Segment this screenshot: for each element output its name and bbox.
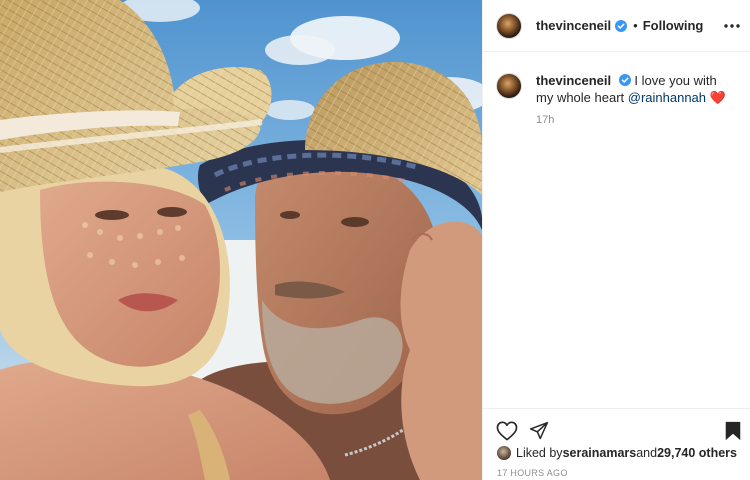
- heart-outline-icon: [496, 421, 518, 441]
- post-sidebar: thevinceneil • Following thevinceneil I …: [482, 0, 750, 480]
- photo-illustration: [0, 0, 482, 480]
- liker-username[interactable]: serainamars: [563, 446, 637, 460]
- share-button[interactable]: [527, 419, 551, 443]
- action-bar: [495, 419, 745, 443]
- caption-username[interactable]: thevinceneil: [536, 73, 611, 88]
- caption-avatar[interactable]: [496, 73, 522, 99]
- caption-text: thevinceneil I love you with my whole he…: [536, 72, 736, 106]
- caption-timestamp[interactable]: 17h: [536, 114, 554, 126]
- likes-prefix: Liked by: [516, 446, 563, 460]
- separator-dot: •: [633, 18, 638, 33]
- bookmark-filled-icon: [725, 421, 741, 441]
- post-age[interactable]: 17 HOURS AGO: [497, 468, 568, 478]
- likes-middle: and: [636, 446, 658, 460]
- likes-count[interactable]: 29,740 others: [657, 446, 737, 460]
- avatar[interactable]: [496, 12, 522, 39]
- likes-summary: Liked by serainamars and 29,740 others: [497, 446, 737, 460]
- save-button[interactable]: [721, 419, 745, 443]
- caption: thevinceneil I love you with my whole he…: [496, 72, 741, 106]
- post-photo[interactable]: [0, 0, 482, 480]
- paper-plane-icon: [529, 421, 549, 440]
- verified-badge-icon: [615, 19, 628, 32]
- following-button[interactable]: Following: [643, 18, 704, 33]
- like-button[interactable]: [495, 419, 519, 443]
- more-options-button[interactable]: [723, 17, 741, 35]
- mention-link[interactable]: @rainhannah: [628, 90, 706, 105]
- heart-emoji-icon: ❤️: [709, 90, 726, 105]
- post-actions-section: Liked by serainamars and 29,740 others 1…: [483, 408, 750, 480]
- liker-avatar[interactable]: [497, 446, 511, 460]
- verified-badge-icon: [618, 74, 631, 86]
- header-username[interactable]: thevinceneil: [536, 18, 611, 33]
- more-horizontal-icon: [724, 24, 740, 28]
- post-header: thevinceneil • Following: [483, 0, 750, 52]
